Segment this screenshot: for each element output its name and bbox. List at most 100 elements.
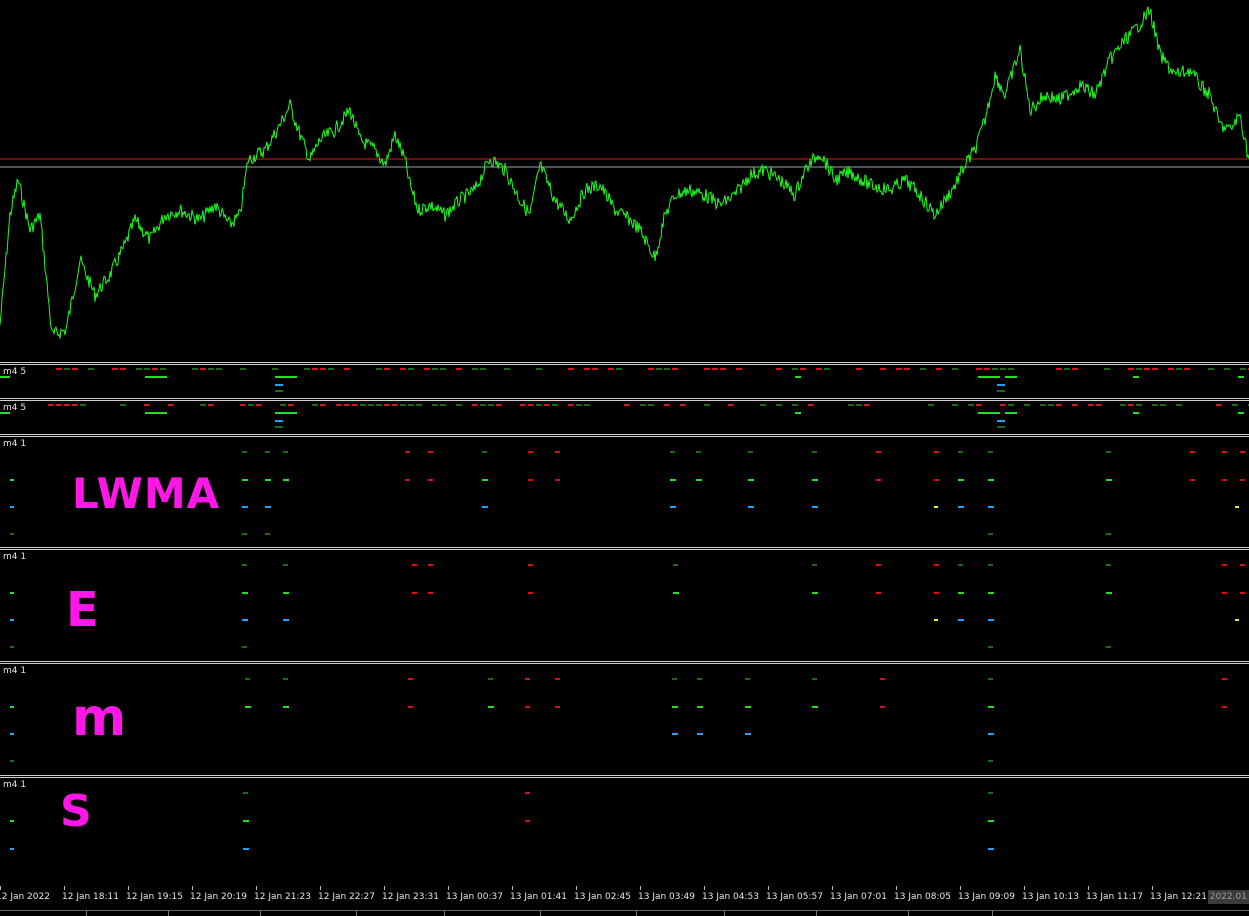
signal-dash — [1222, 592, 1227, 594]
signal-dash — [242, 619, 248, 621]
signal-dash — [72, 404, 78, 406]
signal-dash — [1222, 479, 1227, 481]
indicator-pane-lwma[interactable]: m4 1 LWMA — [0, 437, 1249, 547]
time-tick-mark — [576, 886, 577, 890]
time-tick-mark — [1024, 886, 1025, 890]
signal-dash — [412, 564, 417, 566]
signal-dash — [1072, 368, 1078, 370]
signal-dash — [720, 368, 726, 370]
signal-dash — [672, 706, 678, 708]
pane-label: m4 1 — [3, 552, 27, 562]
signal-dash — [1104, 368, 1110, 370]
signal-dash — [904, 368, 910, 370]
signal-dash — [243, 820, 249, 822]
signal-dash — [1106, 646, 1111, 648]
signal-dash — [958, 619, 964, 621]
signal-dash — [275, 420, 283, 422]
signal-dash — [283, 592, 289, 594]
signal-dash — [242, 533, 247, 535]
signal-dash — [1128, 404, 1134, 406]
signal-dash — [1136, 368, 1142, 370]
signal-dash — [525, 678, 530, 680]
pane-label: m4 1 — [3, 439, 27, 449]
time-tick-label: 13 Jan 02:45 — [574, 892, 631, 902]
signal-dash — [640, 404, 646, 406]
signal-dash — [988, 820, 994, 822]
signal-dash — [876, 564, 881, 566]
signal-dash — [283, 451, 288, 453]
signal-dash — [584, 368, 590, 370]
signal-dash — [10, 733, 14, 735]
signal-dash — [528, 479, 533, 481]
chart-tab-divider — [86, 911, 87, 916]
signal-dash — [1005, 376, 1017, 378]
signal-dash — [160, 368, 166, 370]
signal-dash — [1222, 706, 1227, 708]
signal-dash — [208, 368, 214, 370]
signal-dash — [988, 619, 994, 621]
indicator-pane-1[interactable]: m4 5 — [0, 365, 1249, 398]
signal-dash — [265, 533, 270, 535]
indicator-pane-e[interactable]: m4 1 E — [0, 550, 1249, 661]
signal-dash — [680, 404, 686, 406]
time-tick-mark — [384, 886, 385, 890]
signal-dash — [136, 368, 142, 370]
main-price-pane[interactable] — [0, 0, 1249, 362]
signal-dash — [776, 404, 782, 406]
signal-dash — [536, 404, 542, 406]
signal-dash — [432, 404, 438, 406]
time-tick-mark — [256, 886, 257, 890]
signal-dash — [344, 404, 350, 406]
signal-dash — [1106, 479, 1112, 481]
time-tick-mark — [64, 886, 65, 890]
indicator-pane-m[interactable]: m4 1 m — [0, 664, 1249, 775]
signal-dash — [525, 706, 530, 708]
signal-dash — [812, 564, 817, 566]
time-tick-label: 13 Jan 11:17 — [1086, 892, 1143, 902]
indicator-pane-2[interactable]: m4 5 — [0, 401, 1249, 434]
signal-dash — [275, 390, 283, 392]
signal-dash — [408, 404, 414, 406]
signal-dash — [1232, 404, 1238, 406]
signal-dash — [696, 479, 702, 481]
signal-dash — [1056, 404, 1062, 406]
signal-dash — [1008, 404, 1014, 406]
signal-dash — [56, 368, 62, 370]
signal-dash — [555, 479, 560, 481]
signal-dash — [712, 368, 718, 370]
signal-dash — [1106, 533, 1111, 535]
signal-dash — [1216, 404, 1222, 406]
chart-tab-divider — [908, 911, 909, 916]
signal-dash — [80, 404, 86, 406]
signal-dash — [304, 368, 310, 370]
signal-dash — [976, 404, 982, 406]
signal-dash — [697, 706, 703, 708]
signal-dash — [1224, 368, 1230, 370]
time-tick-label: 13 Jan 01:41 — [510, 892, 567, 902]
signal-dash — [568, 368, 574, 370]
signal-dash — [472, 404, 478, 406]
signal-dash — [376, 368, 382, 370]
signal-dash — [243, 792, 248, 794]
signal-dash — [336, 404, 342, 406]
signal-dash — [428, 451, 433, 453]
signal-dash — [488, 678, 493, 680]
signal-dash — [144, 368, 150, 370]
time-tick-label: 13 Jan 08:05 — [894, 892, 951, 902]
signal-dash — [576, 404, 582, 406]
pane-label: m4 5 — [3, 403, 27, 413]
signal-dash — [934, 506, 938, 508]
signal-dash — [997, 426, 1005, 428]
signal-dash — [392, 404, 398, 406]
time-tick-label: 13 Jan 00:37 — [446, 892, 503, 902]
signal-dash — [10, 533, 14, 535]
signal-dash — [1176, 368, 1182, 370]
signal-dash — [748, 451, 753, 453]
signal-dash — [958, 506, 964, 508]
chart-tabs-strip[interactable] — [0, 910, 1249, 916]
signal-dash — [1190, 479, 1195, 481]
signal-dash — [216, 368, 222, 370]
time-tick-mark — [960, 886, 961, 890]
indicator-pane-s[interactable]: m4 1 S — [0, 778, 1249, 886]
time-tick-mark — [896, 886, 897, 890]
